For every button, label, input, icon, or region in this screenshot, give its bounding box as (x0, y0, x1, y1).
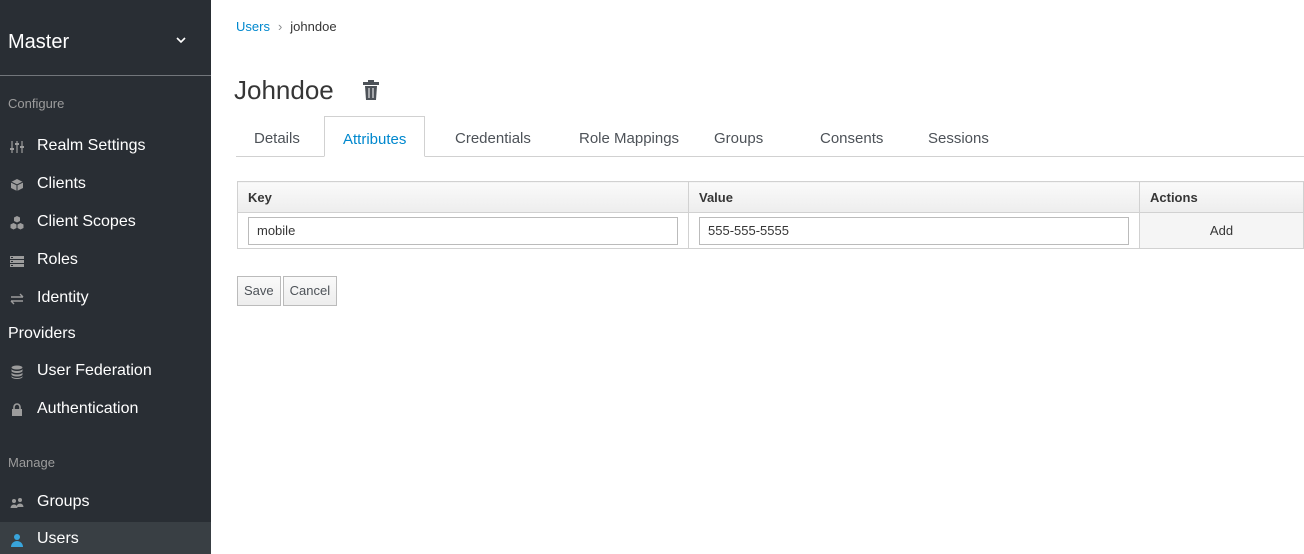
breadcrumb-separator: › (277, 19, 283, 34)
key-cell (237, 212, 689, 249)
column-header-value: Value (688, 181, 1140, 213)
attributes-table: Key Value Actions Add (237, 181, 1304, 249)
value-cell (688, 212, 1140, 249)
chevron-down-icon (176, 37, 186, 44)
realm-name: Master (8, 31, 70, 53)
breadcrumb: Users › johndoe (236, 19, 337, 34)
sidebar-item-label: Clients (37, 175, 86, 192)
table-row: Add (237, 212, 1304, 249)
tab-groups[interactable]: Groups (696, 116, 781, 157)
column-header-key: Key (237, 181, 689, 213)
table-header-row: Key Value Actions (237, 181, 1304, 213)
sidebar-item-label: Groups (37, 493, 90, 510)
sidebar-item-identity-providers[interactable]: Identity Providers (0, 281, 211, 353)
sidebar-item-user-federation[interactable]: User Federation (0, 354, 211, 390)
tab-role-mappings[interactable]: Role Mappings (561, 116, 697, 157)
sidebar-item-label-continued: Providers (8, 325, 76, 342)
sidebar: Master Configure Realm Settings Clients … (0, 0, 211, 554)
sidebar-item-roles[interactable]: Roles (0, 243, 211, 279)
sidebar-item-label: Authentication (37, 400, 139, 417)
cubes-icon (10, 216, 24, 230)
tab-details[interactable]: Details (236, 116, 318, 157)
section-label-manage: Manage (8, 455, 55, 470)
user-icon (11, 534, 23, 547)
sidebar-item-label: Client Scopes (37, 213, 136, 230)
sidebar-item-users[interactable]: Users (0, 522, 211, 554)
sliders-icon (10, 141, 24, 153)
trash-icon[interactable] (362, 80, 380, 100)
tab-consents[interactable]: Consents (802, 116, 901, 157)
cube-icon (10, 179, 24, 191)
section-label-configure: Configure (8, 96, 65, 111)
sidebar-item-authentication[interactable]: Authentication (0, 392, 211, 428)
list-icon (10, 256, 24, 267)
form-actions: Save Cancel (237, 276, 339, 306)
lock-icon (12, 403, 22, 416)
sidebar-item-groups[interactable]: Groups (0, 485, 211, 521)
action-cell: Add (1139, 212, 1304, 249)
tab-bar: Details Attributes Credentials Role Mapp… (236, 116, 1304, 157)
sidebar-item-label: User Federation (37, 362, 152, 379)
tab-attributes[interactable]: Attributes (324, 116, 426, 157)
sidebar-item-clients[interactable]: Clients (0, 167, 211, 203)
sidebar-item-label: Users (37, 530, 79, 547)
key-input[interactable] (248, 216, 678, 245)
realm-selector[interactable]: Master (0, 0, 211, 76)
column-header-actions: Actions (1139, 181, 1304, 213)
sidebar-item-realm-settings[interactable]: Realm Settings (0, 129, 211, 165)
sidebar-item-label: Identity (37, 289, 89, 306)
value-input[interactable] (699, 216, 1129, 245)
tab-sessions[interactable]: Sessions (910, 116, 1007, 157)
cancel-button[interactable]: Cancel (282, 276, 338, 306)
sidebar-item-client-scopes[interactable]: Client Scopes (0, 205, 211, 241)
sidebar-item-label: Roles (37, 251, 78, 268)
breadcrumb-current: johndoe (290, 19, 337, 34)
tab-credentials[interactable]: Credentials (437, 116, 549, 157)
exchange-icon (10, 293, 24, 305)
breadcrumb-link-users[interactable]: Users (236, 19, 270, 34)
add-button[interactable]: Add (1140, 214, 1303, 248)
save-button[interactable]: Save (237, 276, 281, 306)
users-icon (10, 498, 24, 508)
database-icon (11, 365, 23, 379)
sidebar-item-label: Realm Settings (37, 137, 146, 154)
page-title: Johndoe (234, 75, 334, 105)
